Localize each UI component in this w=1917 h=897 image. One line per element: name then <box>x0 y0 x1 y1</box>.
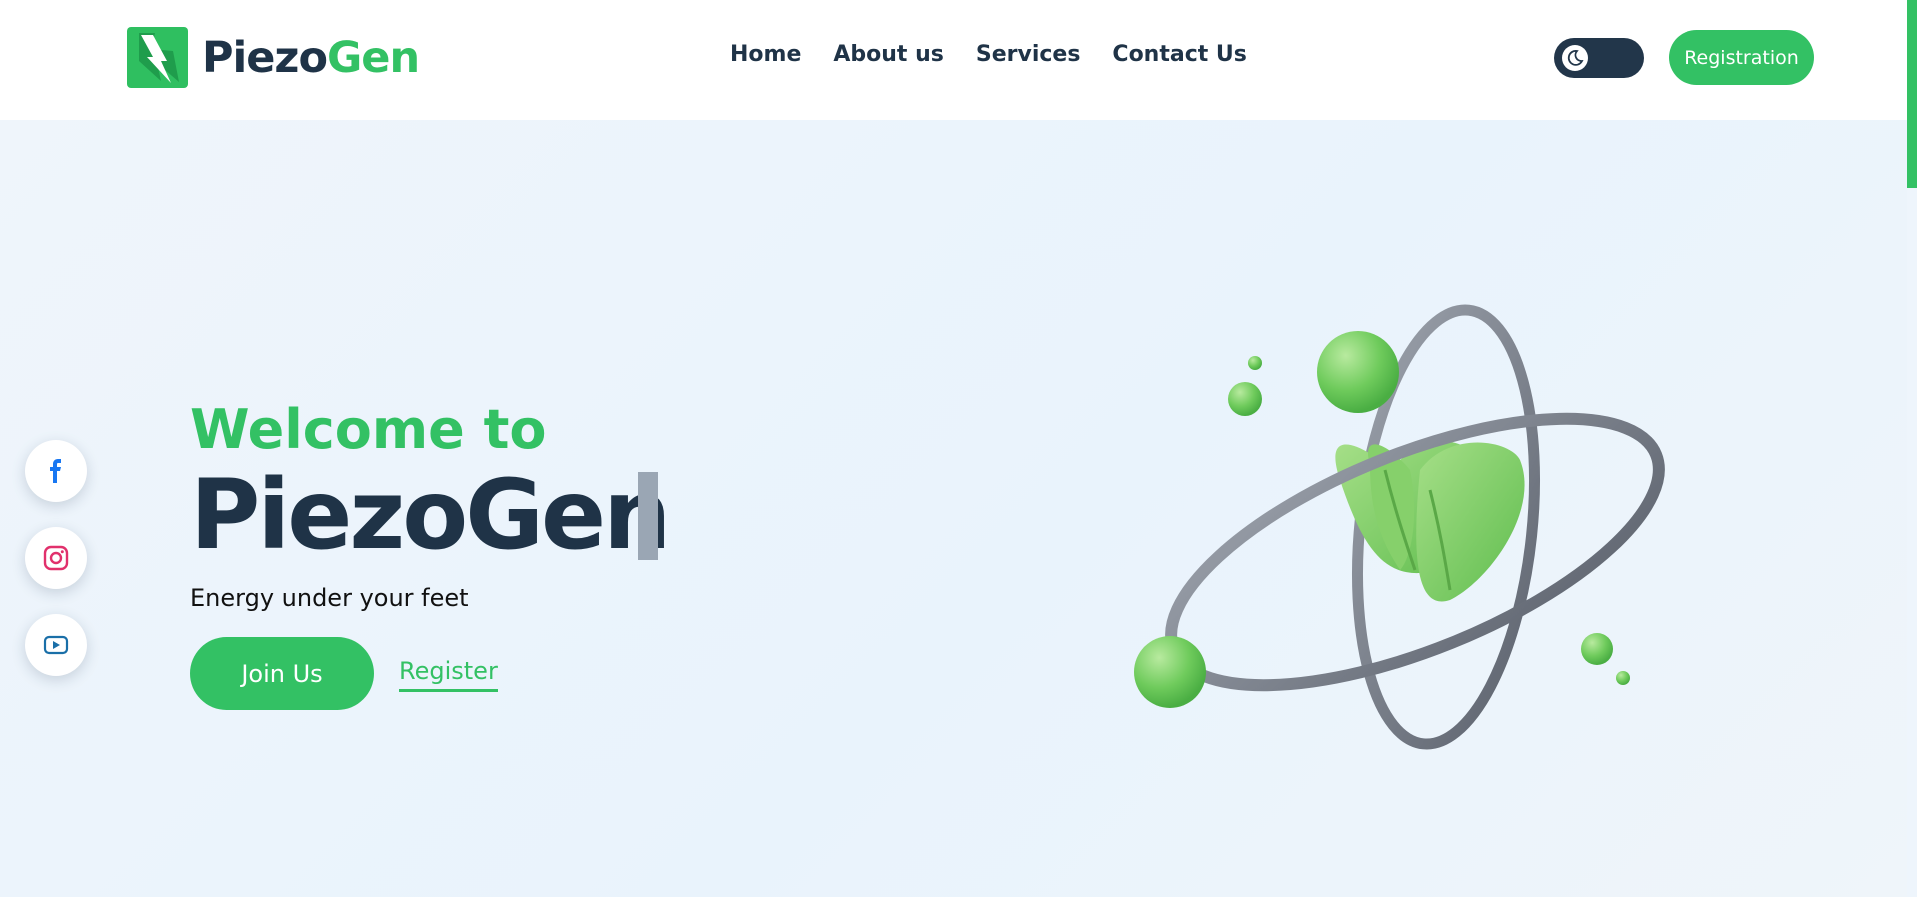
main-nav: Home About us Services Contact Us <box>730 42 1247 67</box>
nav-contact-us[interactable]: Contact Us <box>1112 42 1246 67</box>
registration-button[interactable]: Registration <box>1669 30 1814 85</box>
lightning-logo-icon <box>127 27 188 88</box>
youtube-icon <box>43 635 69 655</box>
nav-services[interactable]: Services <box>976 42 1081 67</box>
welcome-heading: Welcome to <box>190 398 547 461</box>
instagram-icon <box>43 545 69 571</box>
register-link[interactable]: Register <box>399 657 498 692</box>
logo-text: PiezoGen <box>202 32 420 83</box>
theme-toggle[interactable] <box>1554 38 1644 78</box>
typing-cursor <box>638 472 658 560</box>
facebook-icon <box>50 459 61 483</box>
hero-tagline: Energy under your feet <box>190 584 469 612</box>
logo-text-gen: Gen <box>327 32 420 83</box>
youtube-button[interactable] <box>25 614 87 676</box>
atom-leaf-illustration <box>1134 304 1665 750</box>
moon-icon <box>1567 50 1584 66</box>
nav-home[interactable]: Home <box>730 42 801 67</box>
join-us-button[interactable]: Join Us <box>190 637 374 710</box>
hero-title: PiezoGen <box>190 459 671 571</box>
logo-text-piezo: Piezo <box>202 32 328 83</box>
logo[interactable]: PiezoGen <box>127 27 420 88</box>
instagram-button[interactable] <box>25 527 87 589</box>
toggle-knob <box>1562 45 1588 71</box>
header: PiezoGen Home About us Services Contact … <box>0 0 1917 120</box>
facebook-button[interactable] <box>25 440 87 502</box>
nav-about-us[interactable]: About us <box>833 42 943 67</box>
scrollbar-thumb[interactable] <box>1907 0 1917 188</box>
